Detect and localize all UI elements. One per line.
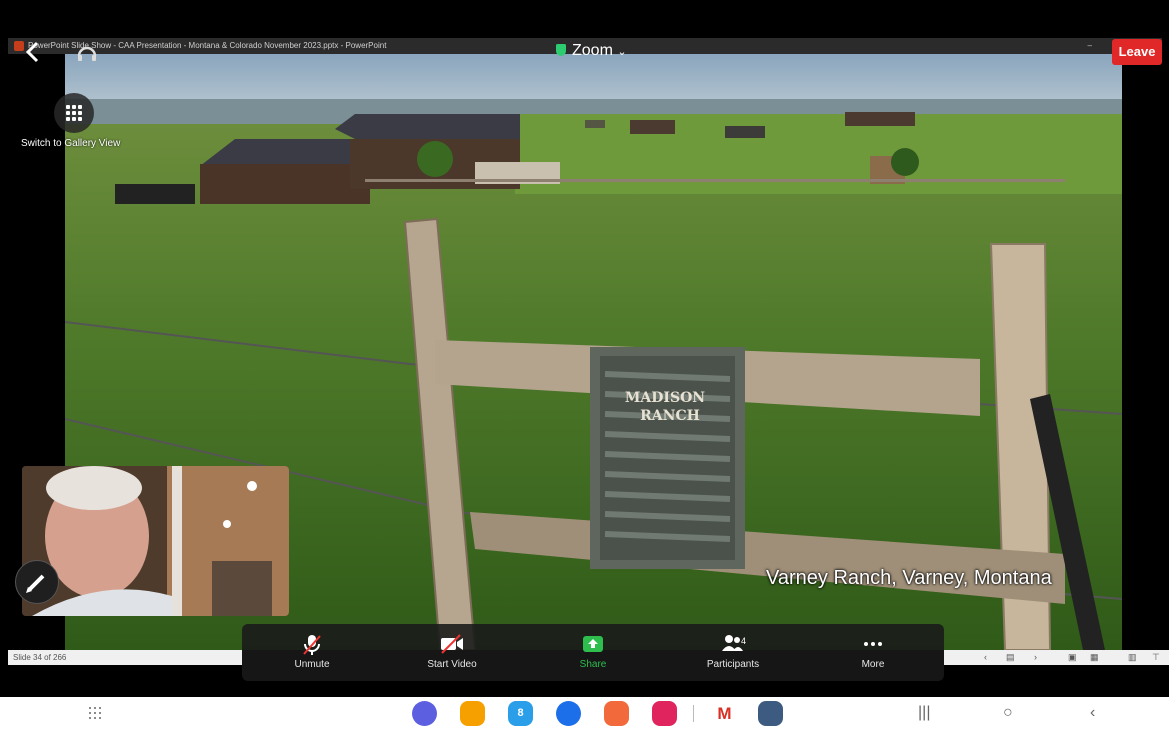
self-video-thumbnail[interactable] xyxy=(22,466,289,616)
presenter-view-icon[interactable]: ⊤ xyxy=(1152,652,1160,663)
shield-icon xyxy=(556,44,566,56)
messages-icon[interactable] xyxy=(556,701,581,726)
recent-apps-icon[interactable]: ||| xyxy=(918,703,930,723)
participants-label: Participants xyxy=(706,659,760,670)
start-video-label: Start Video xyxy=(427,659,477,670)
dock-divider xyxy=(693,705,694,722)
zoom-title: Zoom xyxy=(572,42,613,59)
gallery-view-label: Switch to Gallery View xyxy=(21,138,121,149)
calendar-icon[interactable]: 8 xyxy=(508,701,533,726)
zoom-meeting-screen: MADISON RANCH Varney Ranch, Varney, Mont… xyxy=(0,0,1169,729)
more-icon xyxy=(863,634,883,652)
android-navigation-bar: 8 M ||| ○ ‹ xyxy=(0,697,1169,729)
back-arrow-icon[interactable] xyxy=(22,40,48,66)
share-screen-icon xyxy=(582,634,604,659)
back-icon[interactable]: ‹ xyxy=(1090,703,1095,723)
settings-icon[interactable] xyxy=(758,701,783,726)
pencil-icon[interactable] xyxy=(15,560,59,604)
meeting-toolbar: Unmute Start Video Share 4 Participants xyxy=(242,624,944,681)
unmute-label: Unmute xyxy=(294,659,330,670)
gallery-view-button[interactable] xyxy=(54,93,94,133)
start-video-button[interactable]: Start Video xyxy=(392,624,512,681)
gmail-icon[interactable]: M xyxy=(712,701,737,726)
chevron-down-icon: ⌄ xyxy=(617,46,627,58)
previous-slide-icon[interactable]: ‹ xyxy=(984,652,987,663)
reading-view-icon[interactable]: ▥ xyxy=(1128,652,1137,663)
app-drawer-icon[interactable] xyxy=(86,703,106,723)
participants-count: 4 xyxy=(741,636,747,646)
more-label: More xyxy=(861,659,885,670)
contacts-icon[interactable] xyxy=(604,701,629,726)
unmute-button[interactable]: Unmute xyxy=(252,624,372,681)
next-slide-icon[interactable]: › xyxy=(1034,652,1037,663)
microphone-muted-icon xyxy=(302,634,322,661)
slide-menu-icon[interactable]: ▤ xyxy=(1006,652,1015,663)
slide-status: Slide 34 of 266 xyxy=(8,650,242,665)
screen-recorder-icon[interactable] xyxy=(652,701,677,726)
sign-line-1: MADISON xyxy=(625,390,705,406)
headphones-icon[interactable] xyxy=(74,40,100,66)
share-button[interactable]: Share xyxy=(533,624,653,681)
zoom-title-menu[interactable]: Zoom ⌄ xyxy=(556,42,627,60)
share-label: Share xyxy=(579,659,607,670)
powerpoint-view-controls: ‹ ▤ › ▣ ▦ ▥ ⊤ xyxy=(944,650,1169,665)
files-icon[interactable] xyxy=(460,701,485,726)
normal-view-icon[interactable]: ▣ xyxy=(1068,652,1077,663)
minimize-icon[interactable]: – xyxy=(1088,38,1092,54)
slide-caption: Varney Ranch, Varney, Montana xyxy=(766,567,1052,589)
samsung-internet-icon[interactable] xyxy=(412,701,437,726)
participants-button[interactable]: 4 Participants xyxy=(673,624,793,681)
sign-line-2: RANCH xyxy=(640,408,700,424)
more-button[interactable]: More xyxy=(813,624,933,681)
slide-sorter-icon[interactable]: ▦ xyxy=(1090,652,1099,663)
video-off-icon xyxy=(440,634,464,659)
leave-button[interactable]: Leave xyxy=(1112,39,1162,65)
home-icon[interactable]: ○ xyxy=(1003,703,1013,723)
